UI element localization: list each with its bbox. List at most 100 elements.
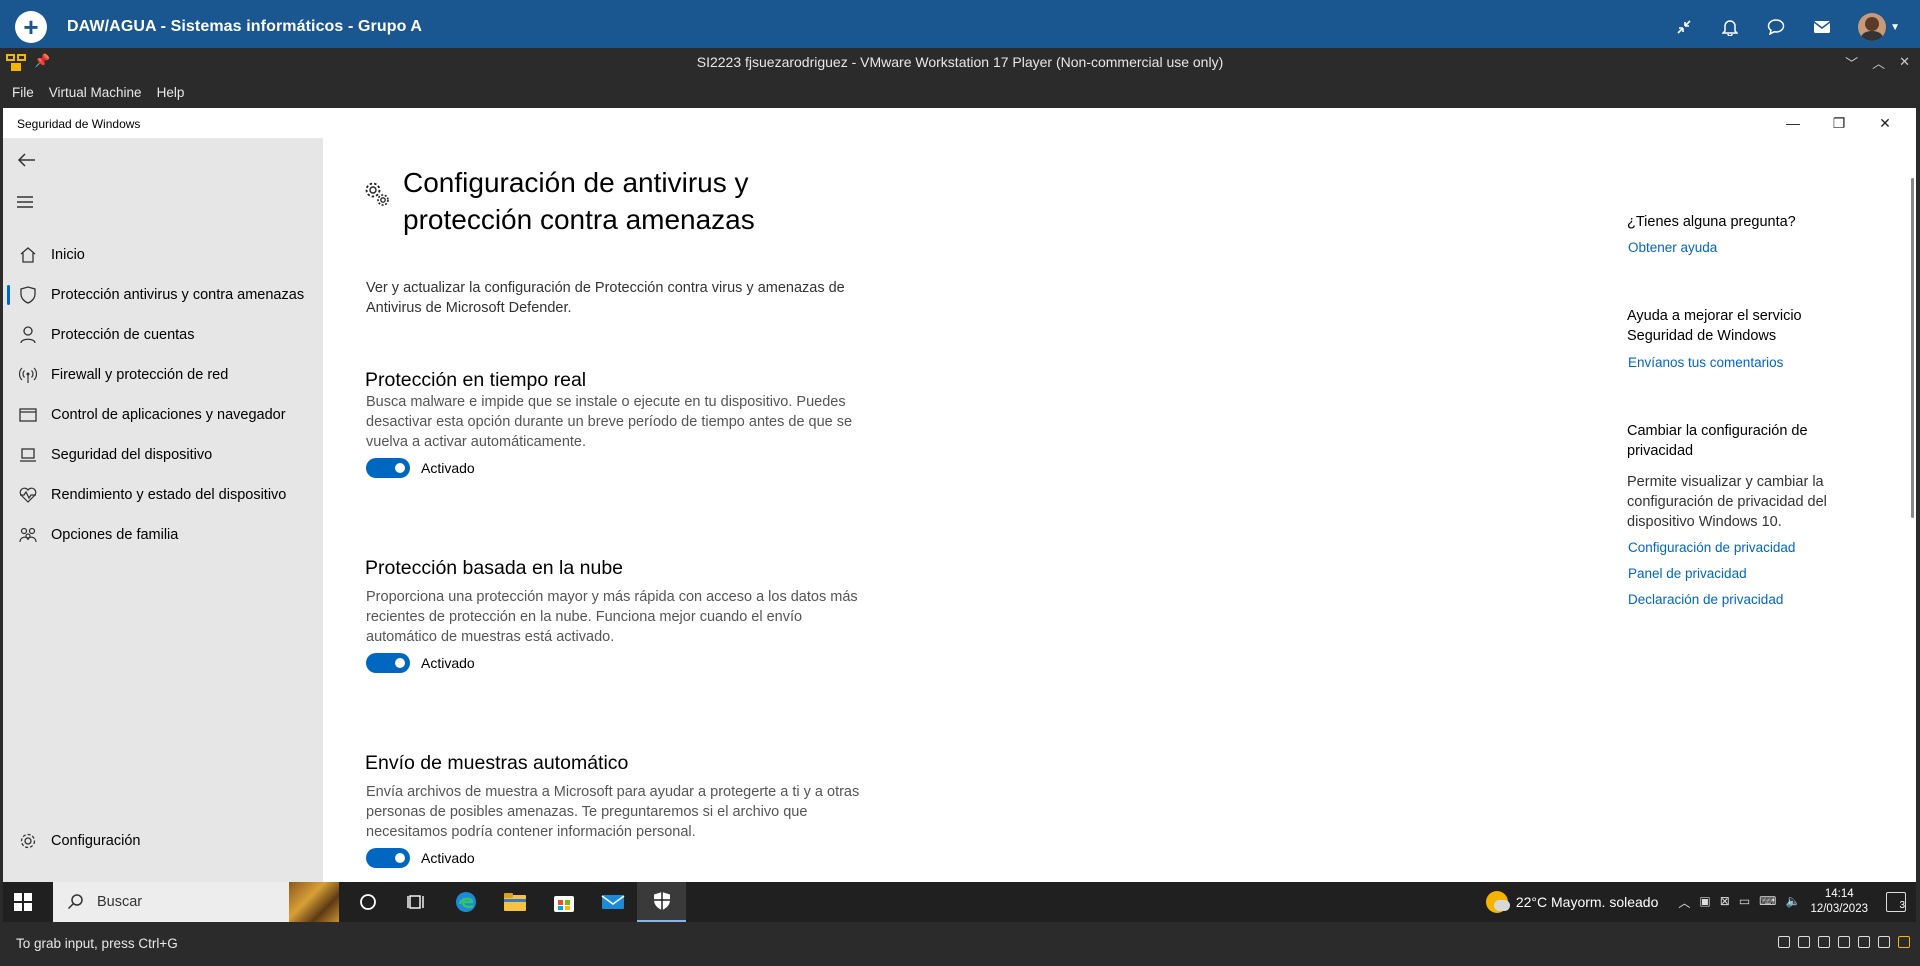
- scrollbar[interactable]: [1911, 178, 1914, 518]
- sidebar-item-cuentas[interactable]: Protección de cuentas: [3, 317, 323, 353]
- close-icon[interactable]: ✕: [1862, 115, 1908, 132]
- mail-icon[interactable]: [1812, 17, 1832, 37]
- shield-icon: [3, 285, 53, 305]
- vm-close-icon[interactable]: ✕: [1899, 54, 1910, 70]
- toggle-label: Activado: [421, 460, 475, 476]
- section-text-realtime: Busca malware e impide que se instale o …: [366, 394, 853, 450]
- security-alert-icon[interactable]: ⊠: [1720, 894, 1730, 911]
- privacy-statement-link[interactable]: Declaración de privacidad: [1628, 592, 1783, 607]
- hdd-icon[interactable]: [1778, 936, 1790, 948]
- menu-file[interactable]: File: [12, 85, 34, 100]
- cortana-icon[interactable]: [343, 882, 392, 922]
- improve-heading: Ayuda a mejorar el servicio Seguridad de…: [1627, 308, 1802, 344]
- sidebar-item-label: Rendimiento y estado del dispositivo: [51, 487, 287, 503]
- search-highlight-image: [289, 882, 339, 922]
- vmware-title: SI2223 fjsuezarodriguez - VMware Worksta…: [696, 54, 1224, 70]
- pin-icon[interactable]: 📌: [34, 53, 50, 69]
- sidebar-item-label: Seguridad del dispositivo: [51, 447, 213, 463]
- sidebar-item-inicio[interactable]: Inicio: [3, 237, 323, 273]
- sidebar-item-apps-browser[interactable]: Control de aplicaciones y navegador: [3, 397, 323, 433]
- hamburger-menu-icon[interactable]: [15, 194, 35, 210]
- sidebar-item-device-security[interactable]: Seguridad del dispositivo: [3, 437, 323, 473]
- network-adapter-icon[interactable]: [1818, 936, 1830, 948]
- heart-icon: [3, 485, 53, 505]
- volume-icon[interactable]: 🔈: [1785, 894, 1800, 911]
- toggle-label: Activado: [421, 655, 475, 671]
- keyboard-icon[interactable]: ⌨: [1759, 894, 1776, 911]
- collapse-icon[interactable]: [1674, 17, 1694, 37]
- clock[interactable]: 14:14 12/03/2023: [1810, 887, 1868, 917]
- menu-virtual-machine[interactable]: Virtual Machine: [49, 85, 142, 100]
- network-icon[interactable]: ▭: [1739, 894, 1750, 911]
- gears-icon: [365, 182, 389, 206]
- sidebar-item-settings[interactable]: Configuración: [3, 823, 323, 859]
- windows-start-icon[interactable]: [13, 892, 33, 912]
- cloud-protection-toggle[interactable]: [366, 653, 410, 673]
- messages-icon[interactable]: [1898, 936, 1910, 948]
- notification-icon[interactable]: 3: [1886, 892, 1906, 912]
- section-text-samples: Envía archivos de muestra a Microsoft pa…: [366, 784, 860, 840]
- avatar[interactable]: [1858, 13, 1887, 41]
- vm-dropdown-icon[interactable]: ﹀: [1845, 53, 1858, 72]
- sample-submission-toggle[interactable]: [366, 848, 410, 868]
- section-text-cloud: Proporciona una protección mayor y más r…: [366, 589, 858, 645]
- restore-icon[interactable]: ❐: [1816, 115, 1862, 132]
- store-icon[interactable]: [539, 882, 588, 922]
- sidebar-item-firewall[interactable]: Firewall y protección de red: [3, 357, 323, 393]
- person-icon: [3, 325, 53, 345]
- browser-icon: [3, 405, 53, 425]
- edge-icon[interactable]: [441, 882, 490, 922]
- home-icon: [3, 245, 53, 265]
- window-titlebar: Seguridad de Windows — ❐ ✕: [3, 108, 1916, 138]
- bell-icon[interactable]: [1720, 17, 1740, 37]
- sidebar-item-family[interactable]: Opciones de familia: [3, 517, 323, 553]
- window-title: Seguridad de Windows: [17, 117, 141, 131]
- cd-icon[interactable]: [1798, 936, 1810, 948]
- usb-icon[interactable]: [1878, 936, 1890, 948]
- sidebar-item-antivirus[interactable]: Protección antivirus y contra amenazas: [3, 277, 323, 313]
- search-placeholder: Buscar: [97, 894, 143, 910]
- windows-security-icon[interactable]: [637, 882, 686, 922]
- vmware-logo-icon: [6, 54, 26, 71]
- chevron-up-icon[interactable]: ︿: [1678, 894, 1690, 911]
- sidebar-item-label: Opciones de familia: [51, 527, 179, 543]
- minimize-icon[interactable]: —: [1770, 115, 1816, 131]
- page-description: Ver y actualizar la configuración de Pro…: [366, 280, 845, 316]
- realtime-protection-toggle[interactable]: [366, 458, 410, 478]
- sidebar-item-performance[interactable]: Rendimiento y estado del dispositivo: [3, 477, 323, 513]
- menu-help[interactable]: Help: [157, 85, 185, 100]
- taskbar-apps: [343, 882, 686, 922]
- feedback-link[interactable]: Envíanos tus comentarios: [1628, 355, 1783, 370]
- section-heading-realtime: Protección en tiempo real: [365, 369, 587, 391]
- add-button[interactable]: +: [15, 11, 47, 43]
- vm-minimize-icon[interactable]: ︿: [1872, 53, 1885, 72]
- vmware-titlebar: 📌 SI2223 fjsuezarodriguez - VMware Works…: [0, 48, 1920, 76]
- user-menu[interactable]: ▼: [1858, 13, 1900, 41]
- device-status-icons: [1778, 936, 1910, 948]
- system-tray: 22°C Mayorm. soleado ︿ ▣ ⊠ ▭ ⌨ 🔈 14:14 1…: [1485, 882, 1906, 922]
- sidebar-item-label: Control de aplicaciones y navegador: [51, 407, 286, 423]
- chat-icon[interactable]: [1766, 17, 1786, 37]
- get-help-link[interactable]: Obtener ayuda: [1628, 240, 1717, 255]
- taskbar-search[interactable]: Buscar: [53, 882, 339, 922]
- windows-security-window: Seguridad de Windows — ❐ ✕ Inicio Protec…: [3, 108, 1916, 882]
- sound-icon[interactable]: [1858, 936, 1870, 948]
- privacy-dashboard-link[interactable]: Panel de privacidad: [1628, 566, 1747, 581]
- sidebar: Inicio Protección antivirus y contra ame…: [3, 138, 323, 882]
- mail-icon[interactable]: [588, 882, 637, 922]
- task-view-icon[interactable]: [392, 882, 441, 922]
- printer-icon[interactable]: [1838, 936, 1850, 948]
- vmware-menubar: File Virtual Machine Help: [0, 79, 1920, 105]
- course-title: DAW/AGUA - Sistemas informáticos - Grupo…: [67, 18, 423, 35]
- back-arrow-icon[interactable]: [15, 150, 39, 170]
- notification-count: 3: [1899, 900, 1905, 911]
- file-explorer-icon[interactable]: [490, 882, 539, 922]
- device-icon[interactable]: ▣: [1699, 894, 1710, 911]
- date: 12/03/2023: [1810, 903, 1868, 915]
- weather-widget[interactable]: 22°C Mayorm. soleado: [1485, 891, 1658, 913]
- status-message: To grab input, press Ctrl+G: [16, 936, 178, 951]
- privacy-settings-link[interactable]: Configuración de privacidad: [1628, 540, 1795, 555]
- sidebar-item-label: Inicio: [51, 247, 85, 263]
- section-heading-samples: Envío de muestras automático: [365, 752, 629, 774]
- laptop-icon: [3, 445, 53, 465]
